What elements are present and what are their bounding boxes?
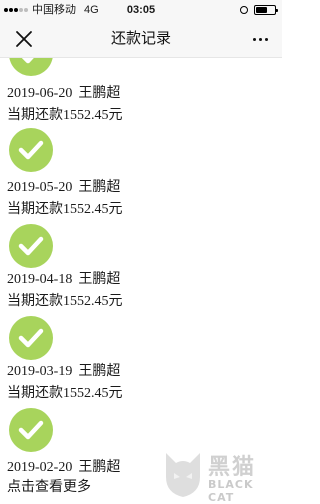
record-date-line: 2019-03-19 王鹏超 <box>7 360 120 380</box>
record-name: 王鹏超 <box>78 364 121 379</box>
page-title: 还款记录 <box>110 30 171 47</box>
orientation-lock-icon <box>240 6 248 14</box>
success-check-icon <box>9 408 53 452</box>
record-name: 王鹏超 <box>78 272 121 287</box>
load-more-link[interactable]: 点击查看更多 <box>7 476 91 496</box>
status-right <box>240 0 278 20</box>
record-name: 王鹏超 <box>78 460 121 475</box>
record-date: 2019-05-20 <box>7 180 73 195</box>
watermark-text-cn: 黑猫 <box>208 455 257 480</box>
battery-icon <box>254 5 278 15</box>
record-amount: 当期还款1552.45元 <box>7 294 123 309</box>
watermark-text-en: BLACK CAT <box>208 478 254 504</box>
success-check-icon <box>9 58 53 76</box>
record-date-line: 2019-02-20 王鹏超 <box>7 456 120 476</box>
record-amount: 当期还款1552.45元 <box>7 386 123 401</box>
record-date-line: 2019-05-20 王鹏超 <box>7 176 120 196</box>
record-name: 王鹏超 <box>78 86 121 101</box>
record-date: 2019-04-18 <box>7 272 73 287</box>
record-amount: 当期还款1552.45元 <box>7 202 123 217</box>
success-check-icon <box>9 128 53 172</box>
record-amount: 当期还款1552.45元 <box>7 108 123 123</box>
status-bar: 中国移动 4G 03:05 <box>0 0 282 20</box>
more-icon[interactable] <box>250 29 270 49</box>
record-date-line: 2019-04-18 王鹏超 <box>7 268 120 288</box>
record-date-line: 2019-06-20 王鹏超 <box>7 82 120 102</box>
success-check-icon <box>9 224 53 268</box>
nav-bar: 还款记录 <box>0 20 282 58</box>
record-date: 2019-03-19 <box>7 364 73 379</box>
success-check-icon <box>9 316 53 360</box>
record-date: 2019-06-20 <box>7 86 73 101</box>
record-name: 王鹏超 <box>78 180 121 195</box>
black-cat-watermark: 黑猫 BLACK CAT <box>160 447 282 504</box>
cat-logo-icon <box>166 453 200 497</box>
repayment-list: 2019-06-20 王鹏超 当期还款1552.45元 2019-05-20 王鹏超… <box>0 58 282 500</box>
record-date: 2019-02-20 <box>7 460 73 475</box>
